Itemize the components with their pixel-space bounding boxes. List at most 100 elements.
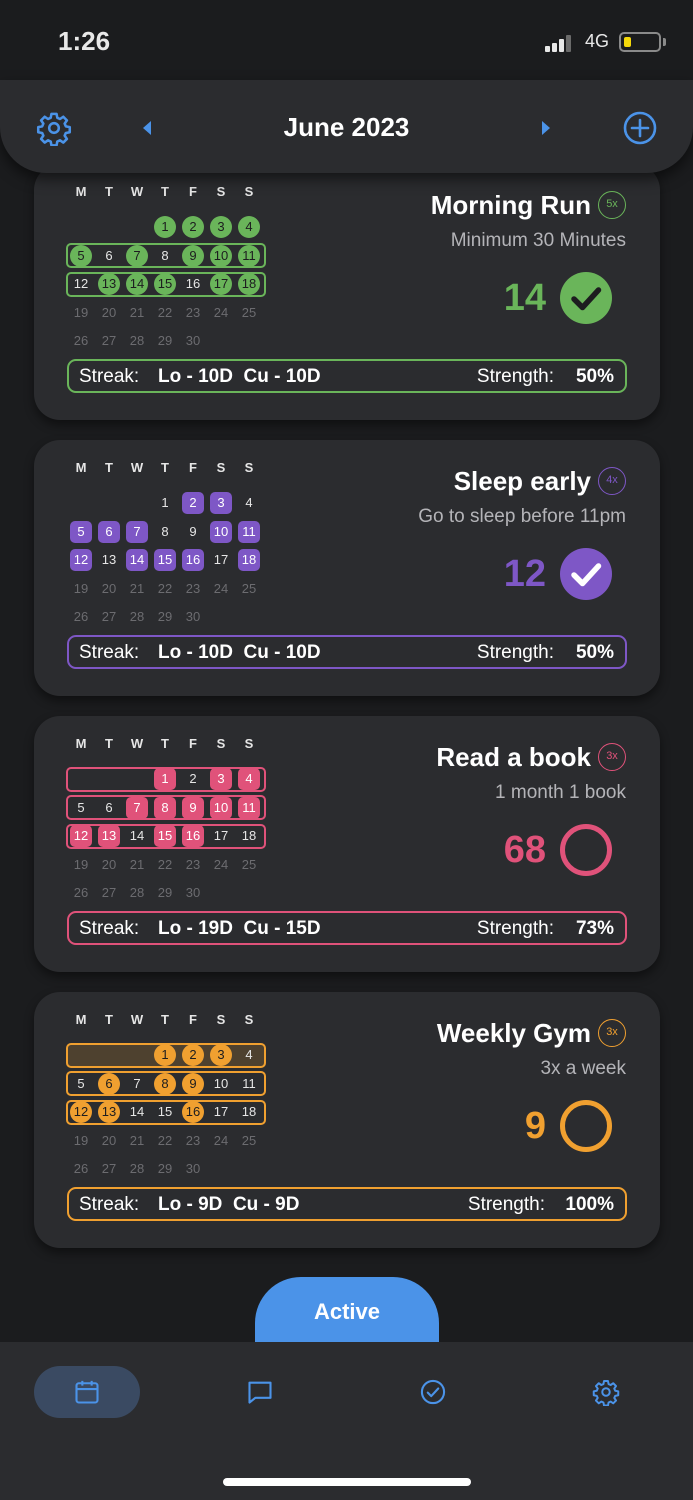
calendar-day[interactable]: 22 — [154, 302, 176, 324]
calendar-day[interactable]: 8 — [154, 245, 176, 267]
calendar-day[interactable]: 21 — [126, 302, 148, 324]
calendar-day[interactable]: 20 — [98, 1130, 120, 1152]
nav-completed[interactable] — [380, 1366, 486, 1418]
calendar-day[interactable]: 10 — [210, 1073, 232, 1095]
calendar-day[interactable]: 19 — [70, 578, 92, 600]
calendar-day[interactable]: 3 — [210, 216, 232, 238]
calendar-day[interactable]: 19 — [70, 854, 92, 876]
calendar-day[interactable]: 17 — [210, 825, 232, 847]
calendar-day[interactable]: 4 — [238, 492, 260, 514]
calendar-day[interactable]: 22 — [154, 1130, 176, 1152]
calendar-day[interactable]: 7 — [126, 796, 148, 819]
calendar-day[interactable]: 1 — [154, 1044, 176, 1066]
calendar-day[interactable]: 18 — [238, 825, 260, 847]
calendar-day[interactable]: 12 — [70, 1101, 92, 1123]
calendar-day[interactable]: 11 — [238, 796, 260, 819]
calendar-day[interactable]: 15 — [154, 549, 176, 571]
calendar-day[interactable]: 23 — [182, 854, 204, 876]
calendar-day[interactable]: 10 — [210, 796, 232, 819]
calendar-day[interactable]: 22 — [154, 578, 176, 600]
calendar-day[interactable]: 24 — [210, 854, 232, 876]
calendar-day[interactable]: 17 — [210, 1101, 232, 1123]
calendar-day[interactable]: 4 — [238, 1044, 260, 1066]
calendar-day[interactable]: 17 — [210, 549, 232, 571]
calendar-day[interactable]: 19 — [70, 1130, 92, 1152]
calendar-day[interactable]: 14 — [126, 825, 148, 847]
add-habit-button[interactable] — [622, 110, 658, 151]
habit-card[interactable]: M T W T F S S 1 2 3 4 5 6 7 8 9 10 11 12 13 14 15 16 17 18 19 20 21… — [34, 164, 660, 420]
calendar-day[interactable]: 15 — [154, 273, 176, 295]
calendar-day[interactable]: 30 — [182, 330, 204, 352]
calendar-day[interactable]: 11 — [238, 244, 260, 267]
habit-card[interactable]: M T W T F S S 1 2 3 4 5 6 7 8 9 10 11 12 13 14 15 16 17 18 19 20 21… — [34, 440, 660, 696]
calendar-day[interactable]: 12 — [70, 273, 92, 295]
calendar-day[interactable]: 23 — [182, 578, 204, 600]
calendar-day[interactable]: 27 — [98, 330, 120, 352]
calendar-day[interactable]: 29 — [154, 882, 176, 904]
calendar-day[interactable]: 15 — [154, 825, 176, 847]
calendar-day[interactable]: 5 — [70, 520, 92, 543]
calendar-day[interactable]: 9 — [182, 796, 204, 819]
calendar-day[interactable]: 5 — [70, 1073, 92, 1095]
calendar-day[interactable]: 18 — [238, 1101, 260, 1123]
calendar-day[interactable]: 16 — [182, 549, 204, 571]
calendar-day[interactable]: 20 — [98, 302, 120, 324]
nav-chat[interactable] — [207, 1366, 313, 1418]
calendar-day[interactable]: 17 — [210, 273, 232, 295]
calendar-day[interactable]: 21 — [126, 578, 148, 600]
calendar-day[interactable]: 9 — [182, 521, 204, 543]
calendar-day[interactable]: 10 — [210, 520, 232, 543]
calendar-day[interactable]: 18 — [238, 273, 260, 295]
calendar-day[interactable]: 27 — [98, 606, 120, 628]
calendar-day[interactable]: 8 — [154, 796, 176, 819]
calendar-day[interactable]: 1 — [154, 768, 176, 790]
calendar-day[interactable]: 11 — [238, 1073, 260, 1095]
calendar-day[interactable]: 30 — [182, 1158, 204, 1180]
calendar-day[interactable]: 20 — [98, 578, 120, 600]
calendar-day[interactable]: 16 — [182, 273, 204, 295]
calendar-day[interactable]: 13 — [98, 273, 120, 295]
calendar-day[interactable]: 4 — [238, 216, 260, 238]
nav-calendar[interactable] — [34, 1366, 140, 1418]
calendar-day[interactable]: 27 — [98, 1158, 120, 1180]
calendar-day[interactable]: 28 — [126, 606, 148, 628]
calendar-day[interactable]: 6 — [98, 1072, 120, 1095]
calendar-day[interactable]: 16 — [182, 1101, 204, 1123]
calendar-day[interactable]: 24 — [210, 578, 232, 600]
active-tab[interactable]: Active — [255, 1277, 439, 1343]
calendar-day[interactable]: 1 — [154, 216, 176, 238]
calendar-day[interactable]: 14 — [126, 273, 148, 295]
calendar-day[interactable]: 2 — [182, 216, 204, 238]
calendar-day[interactable]: 25 — [238, 578, 260, 600]
calendar-day[interactable]: 3 — [210, 492, 232, 514]
calendar-day[interactable]: 20 — [98, 854, 120, 876]
calendar-day[interactable]: 26 — [70, 1158, 92, 1180]
calendar-day[interactable]: 2 — [182, 768, 204, 790]
calendar-day[interactable]: 28 — [126, 882, 148, 904]
calendar-day[interactable]: 26 — [70, 330, 92, 352]
calendar-day[interactable]: 6 — [98, 520, 120, 543]
calendar-day[interactable]: 12 — [70, 825, 92, 847]
calendar-day[interactable]: 28 — [126, 330, 148, 352]
calendar-day[interactable]: 24 — [210, 302, 232, 324]
calendar-day[interactable]: 4 — [238, 768, 260, 790]
calendar-day[interactable]: 9 — [182, 1072, 204, 1095]
calendar-day[interactable]: 7 — [126, 1073, 148, 1095]
calendar-day[interactable]: 23 — [182, 1130, 204, 1152]
calendar-day[interactable]: 11 — [238, 520, 260, 543]
calendar-day[interactable]: 28 — [126, 1158, 148, 1180]
calendar-day[interactable]: 18 — [238, 549, 260, 571]
calendar-day[interactable]: 21 — [126, 1130, 148, 1152]
calendar-day[interactable]: 22 — [154, 854, 176, 876]
calendar-day[interactable]: 27 — [98, 882, 120, 904]
calendar-day[interactable]: 29 — [154, 606, 176, 628]
calendar-day[interactable]: 5 — [70, 244, 92, 267]
calendar-day[interactable]: 13 — [98, 825, 120, 847]
calendar-day[interactable]: 2 — [182, 492, 204, 514]
calendar-day[interactable]: 25 — [238, 1130, 260, 1152]
calendar-day[interactable]: 3 — [210, 1044, 232, 1066]
calendar-day[interactable]: 3 — [210, 768, 232, 790]
calendar-day[interactable]: 6 — [98, 797, 120, 819]
next-month-button[interactable] — [539, 118, 553, 143]
calendar-day[interactable]: 14 — [126, 549, 148, 571]
